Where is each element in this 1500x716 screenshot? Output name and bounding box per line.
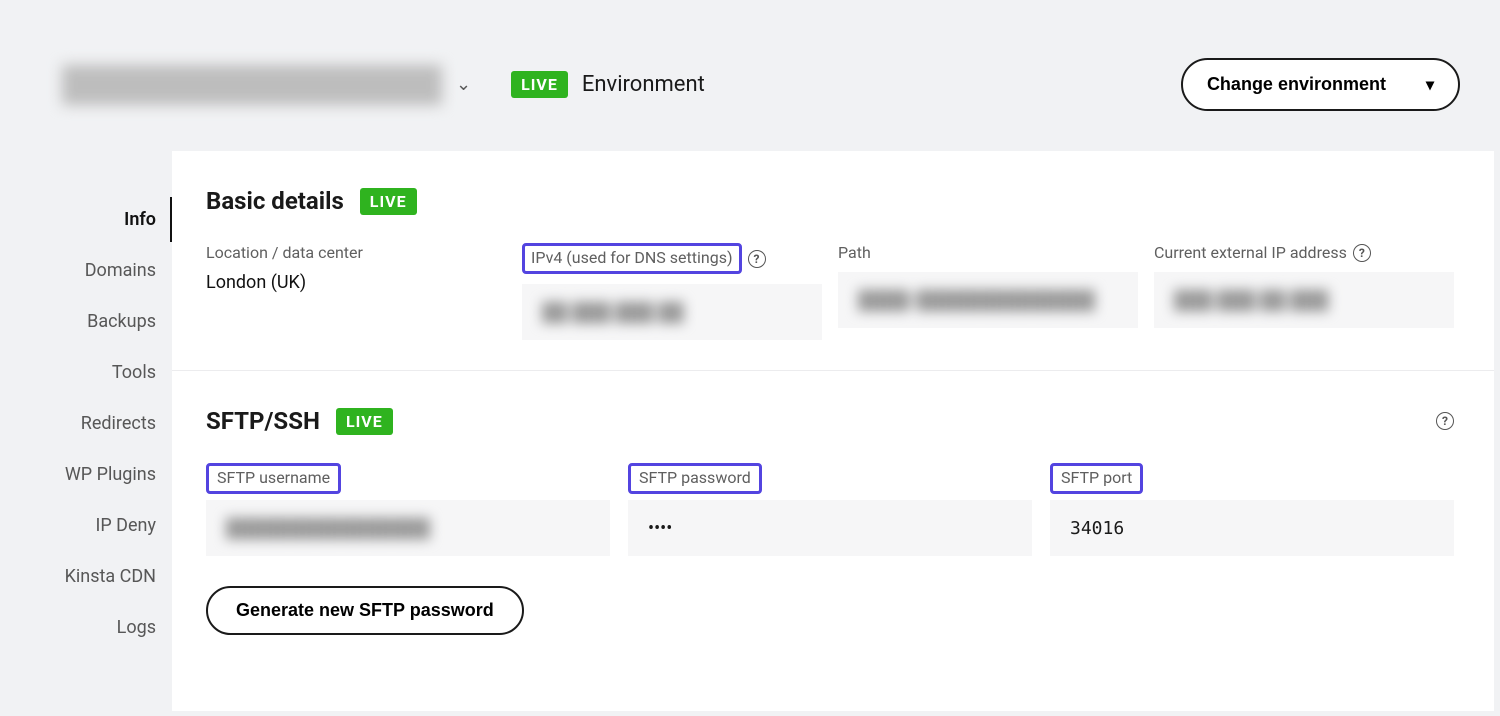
change-environment-label: Change environment (1207, 74, 1386, 95)
live-badge: LIVE (511, 71, 568, 98)
basic-details-title: Basic details (206, 187, 344, 215)
sftp-port-label: SFTP port (1050, 463, 1143, 494)
ipv4-field: IPv4 (used for DNS settings) ? ██.███.██… (522, 243, 822, 340)
sftp-username-value[interactable]: ████████████████ (206, 500, 610, 556)
ipv4-label: IPv4 (used for DNS settings) (522, 243, 742, 274)
help-icon[interactable]: ? (748, 250, 766, 268)
sidebar-item-domains[interactable]: Domains (40, 248, 172, 293)
sftp-username-field: SFTP username ████████████████ (206, 463, 610, 556)
sidebar-item-info[interactable]: Info (40, 197, 172, 242)
sftp-password-label: SFTP password (628, 463, 762, 494)
chevron-down-icon: ▾ (1426, 75, 1434, 95)
external-ip-field: Current external IP address ? ███.███.██… (1154, 243, 1454, 328)
location-label: Location / data center (206, 243, 506, 262)
sftp-title: SFTP/SSH (206, 407, 320, 435)
environment-indicator: LIVE Environment (511, 71, 705, 98)
path-value[interactable]: ████/██████████████ (838, 272, 1138, 328)
sidebar-item-ip-deny[interactable]: IP Deny (40, 503, 172, 548)
sftp-password-field: SFTP password •••• (628, 463, 1032, 556)
sidebar-item-tools[interactable]: Tools (40, 350, 172, 395)
sftp-port-field: SFTP port 34016 (1050, 463, 1454, 556)
site-name-dropdown[interactable]: ⌄ (62, 65, 471, 105)
change-environment-button[interactable]: Change environment ▾ (1181, 58, 1460, 111)
sftp-username-label: SFTP username (206, 463, 341, 494)
external-ip-label: Current external IP address (1154, 243, 1347, 262)
environment-label: Environment (582, 72, 705, 97)
ipv4-value[interactable]: ██.███.███.██ (522, 284, 822, 340)
sidebar-item-kinsta-cdn[interactable]: Kinsta CDN (40, 554, 172, 599)
sftp-port-value[interactable]: 34016 (1050, 500, 1454, 556)
live-badge: LIVE (360, 188, 417, 215)
help-icon[interactable]: ? (1353, 244, 1371, 262)
sidebar-item-backups[interactable]: Backups (40, 299, 172, 344)
path-label: Path (838, 243, 1138, 262)
sidebar: Info Domains Backups Tools Redirects WP … (40, 151, 172, 711)
sidebar-item-redirects[interactable]: Redirects (40, 401, 172, 446)
sftp-section: SFTP/SSH LIVE ? SFTP username ██████████… (172, 371, 1494, 665)
site-name-redacted (62, 65, 442, 105)
basic-details-section: Basic details LIVE Location / data cente… (172, 151, 1494, 371)
generate-sftp-password-button[interactable]: Generate new SFTP password (206, 586, 524, 635)
sidebar-item-logs[interactable]: Logs (40, 605, 172, 650)
external-ip-value[interactable]: ███.███.██.███ (1154, 272, 1454, 328)
sftp-password-value[interactable]: •••• (628, 500, 1032, 556)
live-badge: LIVE (336, 408, 393, 435)
chevron-down-icon: ⌄ (456, 74, 471, 95)
path-field: Path ████/██████████████ (838, 243, 1138, 328)
sidebar-item-wp-plugins[interactable]: WP Plugins (40, 452, 172, 497)
location-value: London (UK) (206, 272, 506, 293)
main-content: Basic details LIVE Location / data cente… (172, 151, 1494, 711)
help-icon[interactable]: ? (1436, 412, 1454, 430)
location-field: Location / data center London (UK) (206, 243, 506, 293)
